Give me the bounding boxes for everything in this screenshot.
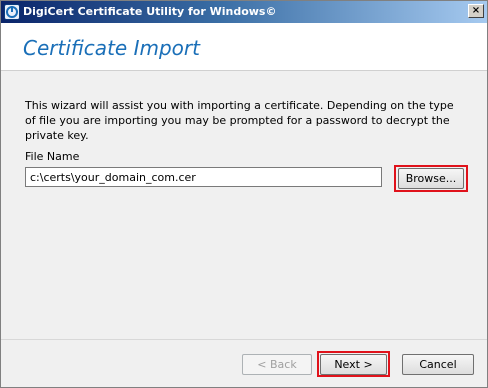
intro-text: This wizard will assist you with importi… bbox=[25, 99, 454, 142]
back-button[interactable]: < Back bbox=[242, 354, 312, 375]
wizard-window: DigiCert Certificate Utility for Windows… bbox=[0, 0, 488, 388]
page-title: Certificate Import bbox=[23, 36, 200, 60]
file-name-input[interactable] bbox=[25, 167, 382, 187]
window-title: DigiCert Certificate Utility for Windows… bbox=[23, 5, 277, 18]
file-name-label: File Name bbox=[25, 150, 80, 163]
next-button[interactable]: Next > bbox=[320, 354, 387, 375]
close-button[interactable]: × bbox=[468, 4, 484, 18]
wizard-header: Certificate Import bbox=[1, 23, 487, 71]
close-icon: × bbox=[471, 5, 481, 16]
digicert-logo-icon bbox=[4, 4, 20, 20]
browse-button[interactable]: Browse... bbox=[398, 168, 464, 189]
footer-divider bbox=[1, 339, 487, 340]
title-bar[interactable]: DigiCert Certificate Utility for Windows… bbox=[1, 1, 487, 23]
cancel-button[interactable]: Cancel bbox=[402, 354, 474, 375]
